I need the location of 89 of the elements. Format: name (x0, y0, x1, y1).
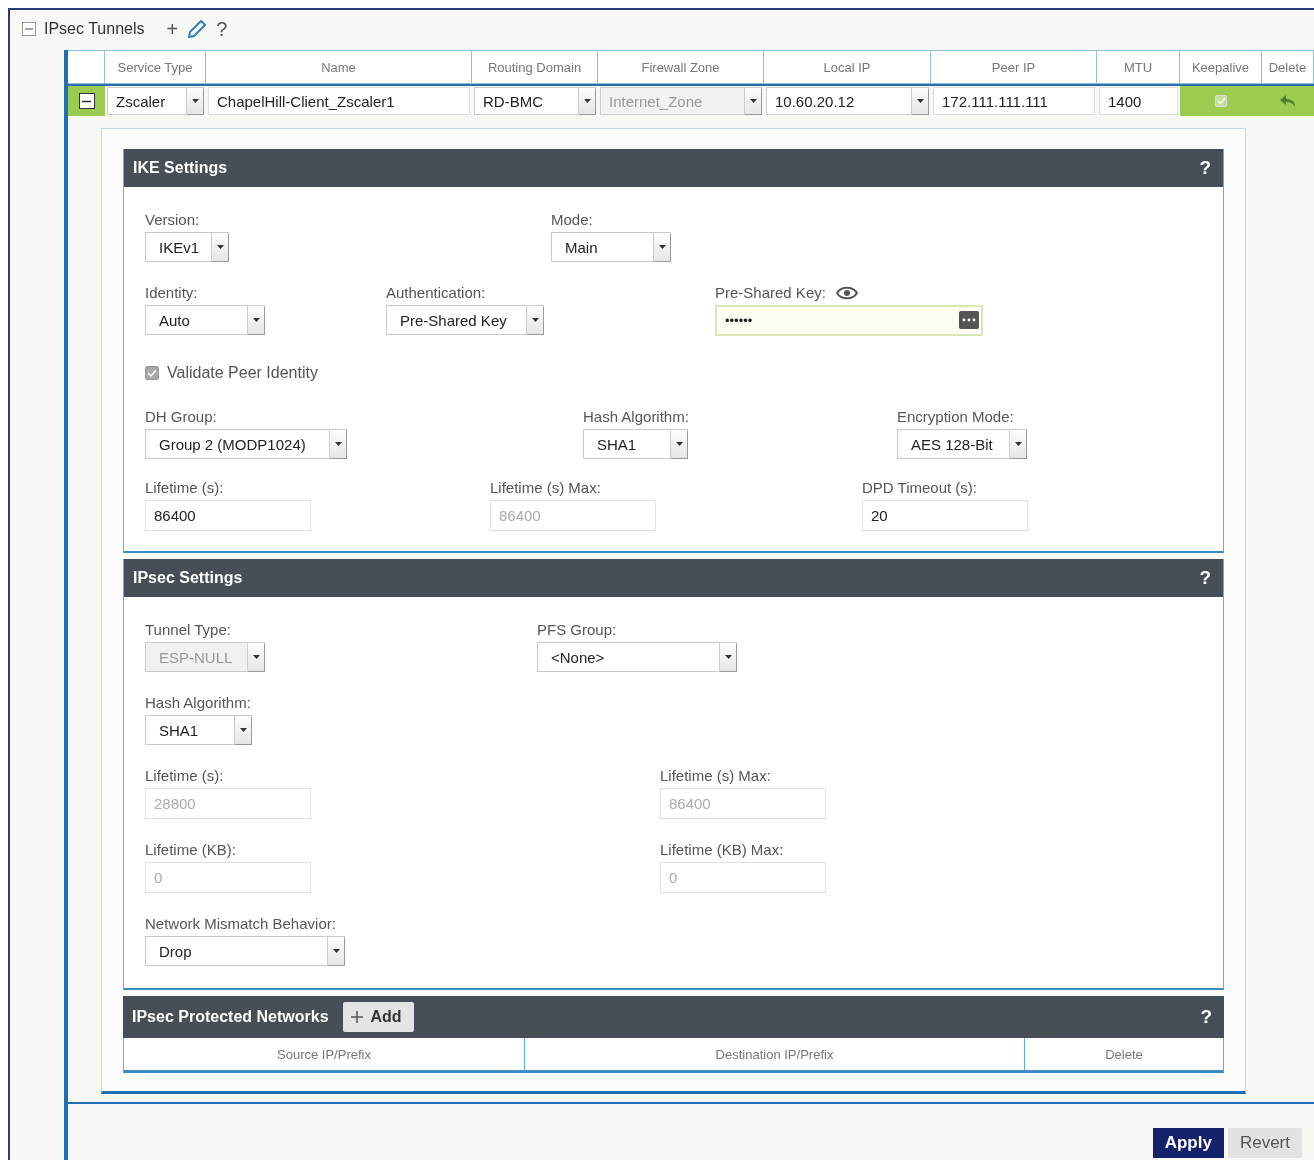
field-label: Lifetime (s) Max: (660, 767, 771, 784)
table-header (68, 50, 105, 84)
caret-icon (1009, 430, 1026, 458)
dropdown[interactable]: IKEv1 (145, 232, 229, 262)
table-cell: ChapelHill-Client_Zscaler1 (208, 87, 470, 115)
pencil-icon[interactable] (188, 20, 207, 38)
field-label: Hash Algorithm: (583, 408, 689, 425)
table-cell: 172.111.111.111 (933, 87, 1095, 115)
field-label: Authentication: (386, 284, 486, 301)
column-header: Service Type (105, 50, 206, 84)
column-header: Routing Domain (472, 50, 598, 84)
dropdown[interactable]: Group 2 (MODP1024) (145, 429, 347, 459)
table-cell: 1400 (1099, 87, 1178, 115)
column-header: Firewall Zone (598, 50, 764, 84)
field-label: Lifetime (s): (145, 767, 224, 784)
caret-icon (911, 88, 928, 114)
caret-icon (211, 233, 228, 261)
more-icon[interactable] (959, 311, 979, 329)
field-label: Network Mismatch Behavior: (145, 915, 336, 932)
caret-icon (186, 88, 203, 114)
caret-icon (247, 643, 264, 671)
help-button[interactable]: ? (1199, 157, 1211, 179)
caret-icon (526, 306, 543, 334)
password-field[interactable]: •••••• (715, 305, 983, 336)
help-button[interactable]: ? (1199, 567, 1211, 589)
collapse-toggle[interactable] (78, 93, 95, 109)
column-header: Keepalive (1180, 50, 1262, 84)
field-label: Lifetime (s) Max: (490, 479, 601, 496)
field-label: PFS Group: (537, 621, 617, 638)
undo-arrow-icon[interactable] (1280, 95, 1296, 107)
section-title: IPsec Settings (133, 569, 243, 587)
field-label: DPD Timeout (s): (862, 479, 978, 496)
dropdown[interactable]: Auto (145, 305, 265, 335)
field-label: Version: (145, 211, 200, 228)
caret-icon (247, 306, 264, 334)
caret-icon (234, 716, 251, 744)
section-title: IPsec Protected Networks (132, 1008, 329, 1026)
footer-button[interactable]: Apply (1152, 1128, 1224, 1158)
field-label: Mode: (551, 211, 593, 228)
column-header: MTU (1097, 50, 1180, 84)
caret-icon (327, 937, 344, 965)
field-label: Lifetime (s): (145, 479, 224, 496)
help-button[interactable]: ? (1200, 1006, 1212, 1028)
caret-icon (719, 643, 736, 671)
checkmark-icon (148, 369, 156, 377)
field-label: DH Group: (145, 408, 217, 425)
tree-title: IPsec Tunnels (44, 20, 145, 38)
dropdown[interactable]: SHA1 (583, 429, 688, 459)
dropdown[interactable]: SHA1 (145, 715, 252, 745)
checkbox-label: Validate Peer Identity (167, 364, 318, 382)
field-label: Tunnel Type: (145, 621, 231, 638)
caret-icon (670, 430, 687, 458)
caret-icon (578, 88, 595, 114)
column-header: Name (206, 50, 472, 84)
field-label: Encryption Mode: (897, 408, 1014, 425)
plus-icon (350, 1011, 363, 1023)
caret-icon (329, 430, 346, 458)
dropdown[interactable]: Main (551, 232, 671, 262)
column-header: Source IP/Prefix (124, 1038, 525, 1070)
minus-icon (25, 25, 33, 33)
dropdown[interactable]: <None> (537, 642, 737, 672)
footer-button[interactable]: Revert (1227, 1128, 1302, 1158)
field-label: Identity: (145, 284, 198, 301)
dropdown[interactable]: RD-BMC (474, 87, 596, 115)
input-field[interactable]: 20 (862, 500, 1028, 531)
column-header: Delete (1262, 50, 1314, 84)
column-header: Local IP (764, 50, 931, 84)
add-button[interactable]: Add (342, 1002, 414, 1032)
field-label: Lifetime (KB): (145, 841, 236, 858)
toolbar-button[interactable]: + (164, 19, 181, 39)
caret-icon (744, 88, 761, 114)
collapse-toggle[interactable] (22, 22, 36, 36)
input-field[interactable]: 86400 (145, 500, 311, 531)
dropdown[interactable]: AES 128-Bit (897, 429, 1027, 459)
dropdown[interactable]: Zscaler (107, 87, 204, 115)
column-header: Peer IP (931, 50, 1097, 84)
section-title: IKE Settings (133, 159, 228, 177)
field-label: Hash Algorithm: (145, 694, 251, 711)
field-label: Pre-Shared Key: (715, 284, 826, 301)
toolbar-button[interactable]: ? (214, 19, 230, 39)
dropdown[interactable]: Drop (145, 936, 345, 966)
eye-icon[interactable] (835, 285, 858, 300)
column-header: Delete (1104, 1045, 1144, 1064)
caret-icon (653, 233, 670, 261)
dropdown[interactable]: 10.60.20.12 (766, 87, 929, 115)
dropdown[interactable]: Pre-Shared Key (386, 305, 544, 335)
column-header: Destination IP/Prefix (525, 1038, 1025, 1070)
checkmark-icon (1217, 98, 1225, 104)
field-label: Lifetime (KB) Max: (660, 841, 784, 858)
